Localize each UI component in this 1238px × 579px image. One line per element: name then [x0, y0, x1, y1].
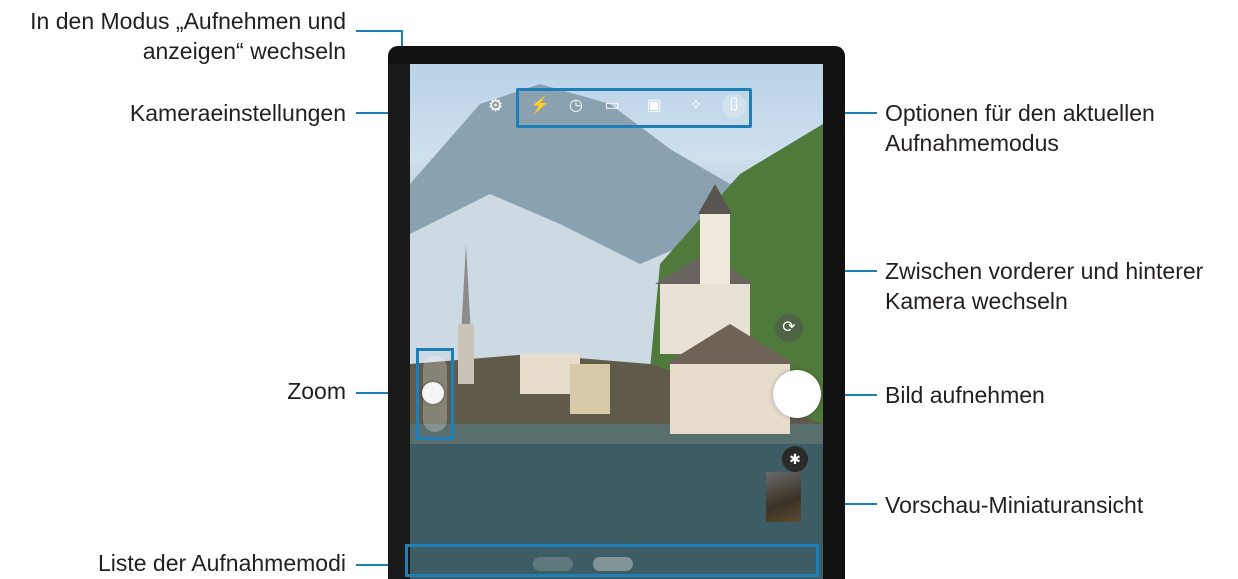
- mode-list-label: Liste der Aufnahmemodi: [97, 550, 346, 576]
- switch-mode-label-line2: anzeigen“ wechseln: [142, 38, 346, 64]
- shooting-modes-list-highlight: [405, 544, 819, 577]
- camera-settings-label: Kameraeinstellungen: [129, 100, 346, 126]
- switch-mode-label-line1: In den Modus „Aufnehmen und: [30, 8, 346, 34]
- switch-mode-line: [356, 30, 403, 32]
- zoom-highlight: [416, 348, 454, 440]
- options-label-line2: Aufnahmemodus: [885, 130, 1059, 156]
- switch-mode-label: In den Modus „Aufnehmen und anzeigen“ we…: [0, 6, 346, 66]
- effects-icon[interactable]: ✱: [782, 446, 808, 472]
- shutter-button[interactable]: [773, 370, 821, 418]
- motion-photo-icon[interactable]: ▣: [642, 96, 666, 116]
- phone-device: ⚙ ⚡ ◷ ▭ ▣ ✧ ▯ ⟳ ✱: [388, 46, 845, 579]
- switch-camera-label-line2: Kamera wechseln: [885, 288, 1068, 314]
- preview-label: Vorschau-Miniaturansicht: [885, 492, 1144, 518]
- timer-icon[interactable]: ◷: [564, 96, 588, 116]
- split-view-icon[interactable]: ▯: [722, 94, 746, 118]
- switch-camera-label-line1: Zwischen vorderer und hinterer: [885, 258, 1204, 284]
- zoom-label: Zoom: [287, 378, 346, 404]
- switch-camera-icon[interactable]: ⟳: [775, 314, 803, 342]
- aspect-ratio-icon[interactable]: ▭: [600, 96, 624, 116]
- landscape-image: [410, 84, 823, 579]
- camera-viewfinder[interactable]: [410, 64, 823, 579]
- capture-label: Bild aufnehmen: [885, 382, 1045, 408]
- options-label-line1: Optionen für den aktuellen: [885, 100, 1155, 126]
- preview-thumbnail[interactable]: [766, 472, 801, 522]
- switch-camera-label: Zwischen vorderer und hinterer Kamera we…: [885, 256, 1203, 316]
- filters-icon[interactable]: ✧: [684, 96, 708, 116]
- screen-left-bezel: [388, 64, 410, 579]
- options-label: Optionen für den aktuellen Aufnahmemodus: [885, 98, 1155, 158]
- camera-settings-gear-icon[interactable]: ⚙: [488, 96, 503, 116]
- flash-icon[interactable]: ⚡: [528, 96, 552, 116]
